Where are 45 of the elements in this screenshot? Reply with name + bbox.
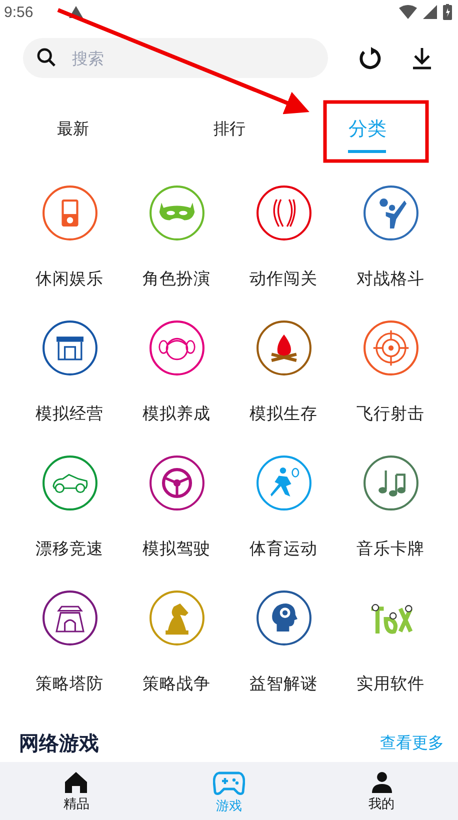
tab[interactable]: 最新 — [57, 112, 89, 153]
category-label[interactable]: 动作闯关 — [250, 268, 318, 290]
category-label[interactable]: 飞行射击 — [356, 403, 424, 425]
battery-icon — [443, 4, 452, 20]
category-label[interactable]: 益智解谜 — [250, 673, 318, 695]
race-car-icon[interactable] — [42, 455, 98, 511]
question-head-icon[interactable] — [256, 590, 312, 646]
refresh-icon[interactable] — [358, 46, 382, 70]
target-icon[interactable] — [362, 320, 418, 376]
music-note-icon[interactable] — [362, 455, 418, 511]
download-icon[interactable] — [412, 46, 432, 70]
nav-tab[interactable]: 精品 — [0, 762, 153, 820]
category-label[interactable]: 角色扮演 — [142, 268, 210, 290]
status-time: 9:56 — [4, 4, 34, 20]
category-label[interactable]: 体育运动 — [250, 538, 318, 560]
category-label[interactable]: 休闲娱乐 — [36, 268, 104, 290]
category-label[interactable]: 漂移竞速 — [36, 538, 104, 560]
handheld-icon[interactable] — [42, 185, 98, 241]
gamepad-icon — [212, 770, 245, 796]
kicking-figure-icon[interactable] — [362, 185, 418, 241]
wifi-icon — [399, 5, 417, 19]
person-icon — [370, 770, 394, 794]
category-label[interactable]: 模拟养成 — [142, 403, 210, 425]
signal-icon — [423, 5, 437, 19]
tennis-player-icon[interactable] — [256, 455, 312, 511]
home-icon — [64, 770, 88, 794]
search-field[interactable]: 搜索 — [23, 38, 328, 78]
category-label[interactable]: 策略战争 — [142, 673, 210, 695]
category-label[interactable]: 实用软件 — [356, 673, 424, 695]
steering-wheel-icon[interactable] — [148, 455, 204, 511]
category-label[interactable]: 音乐卡牌 — [356, 538, 424, 560]
search-icon — [37, 48, 56, 67]
shop-icon[interactable] — [42, 320, 98, 376]
category-label[interactable]: 对战格斗 — [356, 268, 424, 290]
tab[interactable]: 排行 — [214, 112, 246, 153]
category-label[interactable]: 模拟生存 — [250, 403, 318, 425]
chess-knight-icon[interactable] — [148, 590, 204, 646]
warning-icon — [69, 6, 84, 18]
category-label[interactable]: 模拟经营 — [36, 403, 104, 425]
section-title: 网络游戏 — [19, 731, 99, 755]
category-label[interactable]: 模拟驾驶 — [142, 538, 210, 560]
castle-gate-icon[interactable] — [42, 590, 98, 646]
nav-tab[interactable]: 我的 — [305, 762, 458, 820]
campfire-icon[interactable] — [256, 320, 312, 376]
category-label[interactable]: 策略塔防 — [36, 673, 104, 695]
